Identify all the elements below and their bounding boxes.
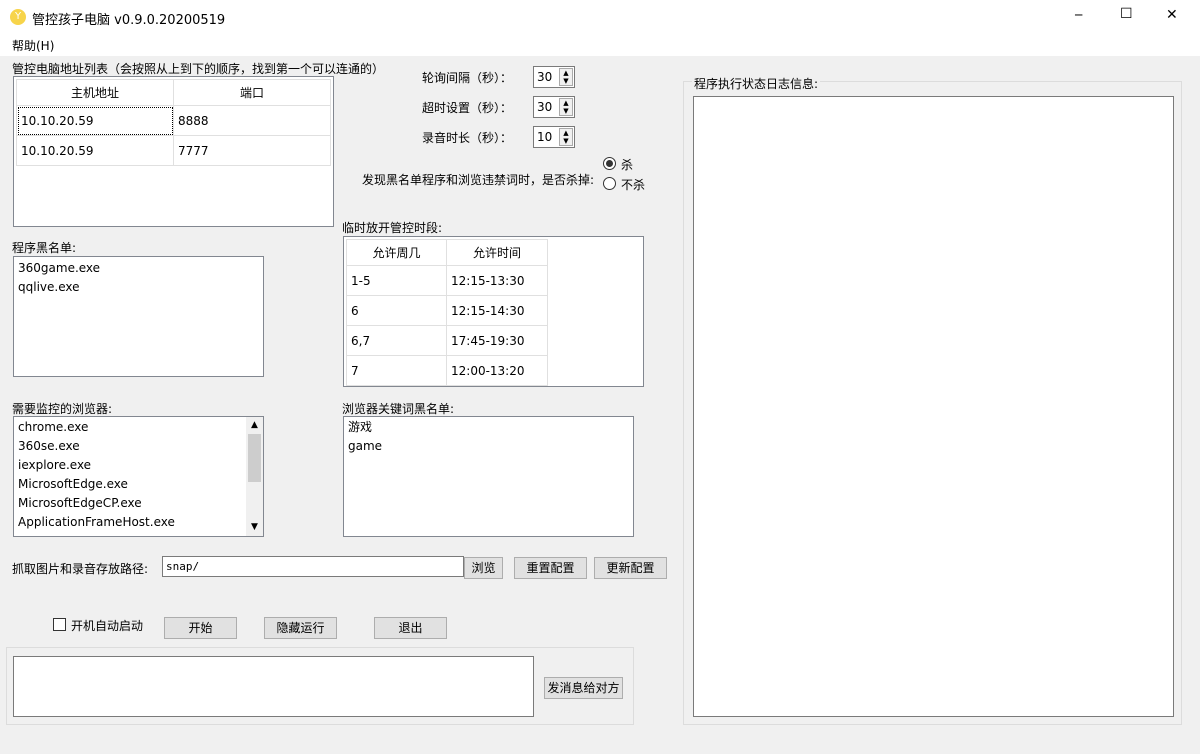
window-title: 管控孩子电脑 v0.9.0.20200519 [32, 13, 226, 28]
timeout-stepper[interactable]: 30 ▲ ▼ [533, 96, 575, 118]
timeout-value: 30 [537, 100, 553, 114]
server-table[interactable]: 主机地址 端口 10.10.20.59 8888 10.10.20.59 7777 [13, 76, 334, 227]
exit-button[interactable]: 退出 [374, 617, 447, 639]
list-item[interactable]: 游戏 [344, 418, 633, 437]
time-cell[interactable]: 12:15-13:30 [446, 265, 548, 296]
scroll-up-icon[interactable]: ▲ [246, 417, 263, 434]
path-input[interactable] [162, 556, 464, 577]
timeout-label: 超时设置（秒）： [422, 101, 513, 115]
record-duration-label: 录音时长（秒）： [422, 131, 513, 145]
browsers-label: 需要监控的浏览器: [12, 402, 113, 416]
list-item[interactable]: MicrosoftEdgeCP.exe [14, 494, 263, 513]
column-header-time[interactable]: 允许时间 [446, 239, 548, 266]
kill-no-radio[interactable] [603, 177, 616, 190]
record-value: 10 [537, 130, 553, 144]
kill-no-label[interactable]: 不杀 [621, 176, 645, 193]
schedule-table[interactable]: 允许周几 允许时间 1-5 12:15-13:30 6 12:15-14:30 6,7… [343, 236, 644, 387]
autostart-label[interactable]: 开机自动启动 [71, 617, 143, 634]
poll-interval-stepper[interactable]: 30 ▲ ▼ [533, 66, 575, 88]
weekday-cell[interactable]: 6,7 [346, 325, 447, 356]
spin-arrows-icon[interactable]: ▲ ▼ [559, 68, 573, 86]
log-output[interactable] [693, 96, 1174, 717]
time-cell[interactable]: 17:45-19:30 [446, 325, 548, 356]
program-blacklist[interactable]: 360game.exe qqlive.exe [13, 256, 264, 377]
table-row[interactable]: 7 12:00-13:20 [346, 355, 548, 386]
list-item[interactable]: ApplicationFrameHost.exe [14, 513, 263, 532]
host-cell[interactable]: 10.10.20.59 [16, 135, 174, 166]
list-item[interactable]: 360game.exe [14, 259, 263, 278]
title-bar: Y 管控孩子电脑 v0.9.0.20200519 ─ ☐ ✕ [0, 0, 1200, 34]
schedule-label: 临时放开管控时段: [342, 221, 443, 235]
weekday-cell[interactable]: 1-5 [346, 265, 447, 296]
column-header-weekday[interactable]: 允许周几 [346, 239, 447, 266]
poll-value: 30 [537, 70, 553, 84]
record-duration-stepper[interactable]: 10 ▲ ▼ [533, 126, 575, 148]
column-header-host[interactable]: 主机地址 [16, 79, 174, 106]
start-button[interactable]: 开始 [164, 617, 237, 639]
table-row[interactable]: 10.10.20.59 8888 [16, 105, 331, 136]
kill-option-label: 发现黑名单程序和浏览违禁词时，是否杀掉: [362, 173, 595, 187]
host-cell[interactable]: 10.10.20.59 [16, 105, 174, 136]
table-row[interactable]: 10.10.20.59 7777 [16, 135, 331, 166]
kill-yes-label[interactable]: 杀 [621, 156, 633, 173]
close-button[interactable]: ✕ [1166, 7, 1178, 23]
maximize-button[interactable]: ☐ [1120, 6, 1133, 22]
browse-button[interactable]: 浏览 [464, 557, 503, 579]
keywords-label: 浏览器关键词黑名单: [342, 402, 455, 416]
list-item[interactable]: qqlive.exe [14, 278, 263, 297]
hide-button[interactable]: 隐藏运行 [264, 617, 337, 639]
poll-interval-label: 轮询间隔（秒）： [422, 71, 513, 85]
column-header-port[interactable]: 端口 [173, 79, 331, 106]
keyword-blacklist[interactable]: 游戏 game [343, 416, 634, 537]
server-list-label: 管控电脑地址列表（会按照从上到下的顺序，找到第一个可以连通的） [12, 62, 385, 76]
kill-yes-radio[interactable] [603, 157, 616, 170]
table-row[interactable]: 6 12:15-14:30 [346, 295, 548, 326]
scroll-down-icon[interactable]: ▼ [246, 519, 263, 536]
log-label: 程序执行状态日志信息: [692, 75, 821, 92]
app-logo-icon: Y [10, 9, 26, 25]
menu-bar: 帮助(H) [0, 34, 1200, 56]
list-item[interactable]: MicrosoftEdge.exe [14, 475, 263, 494]
port-cell[interactable]: 7777 [173, 135, 331, 166]
port-cell[interactable]: 8888 [173, 105, 331, 136]
weekday-cell[interactable]: 6 [346, 295, 447, 326]
time-cell[interactable]: 12:00-13:20 [446, 355, 548, 386]
table-row[interactable]: 6,7 17:45-19:30 [346, 325, 548, 356]
weekday-cell[interactable]: 7 [346, 355, 447, 386]
message-input[interactable] [13, 656, 534, 717]
table-row[interactable]: 1-5 12:15-13:30 [346, 265, 548, 296]
reset-config-button[interactable]: 重置配置 [514, 557, 587, 579]
scrollbar-thumb[interactable] [248, 434, 261, 482]
list-item[interactable]: chrome.exe [14, 418, 263, 437]
scrollbar[interactable]: ▲ ▼ [246, 417, 263, 536]
browser-list[interactable]: chrome.exe 360se.exe iexplore.exe Micros… [13, 416, 264, 537]
menu-help[interactable]: 帮助(H) [12, 37, 54, 54]
list-item[interactable]: 360se.exe [14, 437, 263, 456]
update-config-button[interactable]: 更新配置 [594, 557, 667, 579]
spin-arrows-icon[interactable]: ▲ ▼ [559, 128, 573, 146]
minimize-button[interactable]: ─ [1075, 8, 1082, 22]
spin-arrows-icon[interactable]: ▲ ▼ [559, 98, 573, 116]
autostart-checkbox[interactable] [53, 618, 66, 631]
blacklist-label: 程序黑名单: [12, 241, 77, 255]
time-cell[interactable]: 12:15-14:30 [446, 295, 548, 326]
path-label: 抓取图片和录音存放路径: [12, 562, 149, 576]
send-message-button[interactable]: 发消息给对方 [544, 677, 623, 699]
list-item[interactable]: game [344, 437, 633, 456]
list-item[interactable]: iexplore.exe [14, 456, 263, 475]
